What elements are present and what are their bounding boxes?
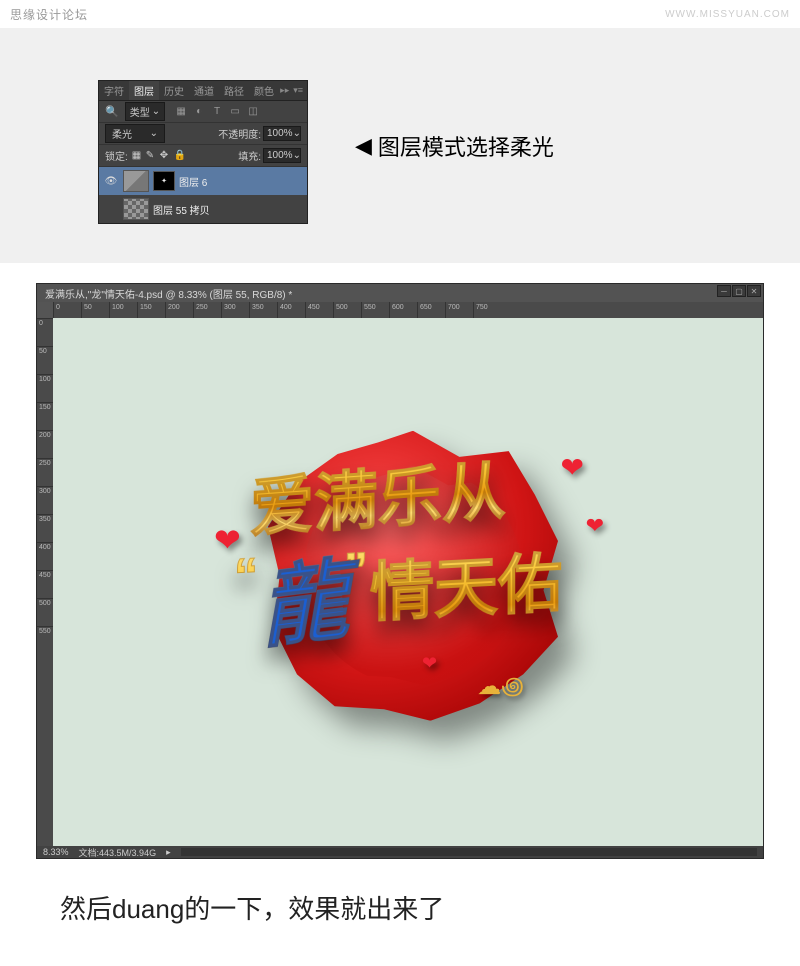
forum-name: 思缘设计论坛 bbox=[10, 6, 88, 23]
lock-icons: ▦ ✎ ✥ 🔒 bbox=[132, 150, 185, 161]
canvas[interactable]: ❤ ❤ ❤ ❤ 爱满乐从 “ 龍 ” 情天佑 ☁꩜ bbox=[53, 318, 763, 846]
tab-char[interactable]: 字符 bbox=[99, 81, 129, 100]
layer-name-label: 图层 55 拷贝 bbox=[153, 202, 210, 217]
layer-row-active[interactable]: 👁 ✦ 图层 6 bbox=[99, 167, 307, 195]
lock-paint-icon[interactable]: ✎ bbox=[146, 150, 157, 161]
opacity-input[interactable]: 100%⌄ bbox=[263, 126, 301, 141]
quote-close: ” bbox=[344, 542, 368, 670]
heart-icon: ❤ bbox=[586, 513, 604, 539]
photoshop-window-section: 爱满乐从,"龙"情天佑-4.psd @ 8.33% (图层 55, RGB/8)… bbox=[0, 263, 800, 869]
ruler-vertical: 050100150200250300350400450500550 bbox=[37, 318, 53, 846]
page-header: 思缘设计论坛 WWW.MISSYUAN.COM bbox=[0, 0, 800, 28]
quote-open: “ bbox=[234, 548, 258, 676]
layer-thumbnail[interactable] bbox=[123, 198, 149, 220]
close-icon[interactable]: ✕ bbox=[747, 285, 761, 297]
layer-name-label: 图层 6 bbox=[179, 174, 207, 189]
filter-adjust-icon[interactable]: ◐ bbox=[193, 106, 205, 118]
window-controls: ─ ▢ ✕ bbox=[717, 285, 761, 297]
blend-row: 柔光⌄ 不透明度: 100%⌄ bbox=[99, 123, 307, 145]
tab-color[interactable]: 颜色 bbox=[249, 81, 279, 100]
tab-history[interactable]: 历史 bbox=[159, 81, 189, 100]
fill-label: 填充: bbox=[238, 148, 261, 163]
panel-tabs: 字符 图层 历史 通道 路径 颜色 ▸▸ ▾≡ bbox=[99, 81, 307, 101]
caption: 然后duang的一下，效果就出来了 bbox=[0, 869, 800, 966]
layer-mask-icon[interactable]: ✦ bbox=[153, 171, 175, 191]
tab-channels[interactable]: 通道 bbox=[189, 81, 219, 100]
site-url: WWW.MISSYUAN.COM bbox=[665, 9, 790, 20]
type-select[interactable]: 类型⌄ bbox=[125, 102, 165, 121]
lock-pos-icon[interactable]: ✥ bbox=[160, 150, 171, 161]
document-title: 爱满乐从,"龙"情天佑-4.psd @ 8.33% (图层 55, RGB/8)… bbox=[45, 286, 292, 301]
zoom-level[interactable]: 8.33% bbox=[43, 847, 69, 857]
doc-info: 文档:443.5M/3.94G bbox=[79, 846, 157, 859]
opacity-block: 不透明度: 100%⌄ bbox=[218, 126, 301, 141]
filter-row: 🔍 类型⌄ ▦ ◐ T ▭ ◫ bbox=[99, 101, 307, 123]
lock-all-icon[interactable]: 🔒 bbox=[174, 150, 185, 161]
fill-block: 填充: 100%⌄ bbox=[238, 148, 301, 163]
menu-icon[interactable]: ▾≡ bbox=[293, 85, 303, 96]
lock-label: 锁定: bbox=[105, 148, 128, 163]
document-tab[interactable]: 爱满乐从,"龙"情天佑-4.psd @ 8.33% (图层 55, RGB/8)… bbox=[37, 284, 763, 302]
layers-panel-section: 字符 图层 历史 通道 路径 颜色 ▸▸ ▾≡ 🔍 类型⌄ ▦ ◐ T ▭ ◫ … bbox=[0, 28, 800, 263]
filter-pixel-icon[interactable]: ▦ bbox=[175, 106, 187, 118]
tab-layers[interactable]: 图层 bbox=[129, 81, 159, 100]
tab-paths[interactable]: 路径 bbox=[219, 81, 249, 100]
heart-icon: ❤ bbox=[561, 451, 584, 484]
ruler-horizontal: 0 50100150200250300350400450500550600650… bbox=[37, 302, 763, 318]
minimize-icon[interactable]: ─ bbox=[717, 285, 731, 297]
title-line1: 爱满乐从 bbox=[250, 440, 506, 550]
search-icon[interactable]: 🔍 bbox=[105, 105, 119, 118]
filter-smart-icon[interactable]: ◫ bbox=[247, 106, 259, 118]
filter-shape-icon[interactable]: ▭ bbox=[229, 106, 241, 118]
annotation-text: ◀ 图层模式选择柔光 bbox=[355, 130, 554, 162]
scrollbar-horizontal[interactable] bbox=[181, 848, 757, 856]
fill-input[interactable]: 100%⌄ bbox=[263, 148, 301, 163]
layers-panel: 字符 图层 历史 通道 路径 颜色 ▸▸ ▾≡ 🔍 类型⌄ ▦ ◐ T ▭ ◫ … bbox=[98, 80, 308, 224]
ruler-corner bbox=[37, 302, 53, 318]
ps-body: 050100150200250300350400450500550 ❤ ❤ ❤ … bbox=[37, 318, 763, 846]
blend-mode-select[interactable]: 柔光⌄ bbox=[105, 124, 165, 143]
artwork: ❤ ❤ ❤ ❤ 爱满乐从 “ 龍 ” 情天佑 ☁꩜ bbox=[198, 395, 618, 755]
title-line2: “ 龍 ” 情天佑 bbox=[234, 532, 562, 676]
pointer-left-icon: ◀ bbox=[355, 133, 372, 159]
filter-icons: ▦ ◐ T ▭ ◫ bbox=[175, 106, 259, 118]
visibility-eye-icon[interactable]: 👁 bbox=[103, 176, 119, 187]
lock-row: 锁定: ▦ ✎ ✥ 🔒 填充: 100%⌄ bbox=[99, 145, 307, 167]
filter-type-icon[interactable]: T bbox=[211, 106, 223, 118]
info-menu-icon[interactable]: ▸ bbox=[166, 847, 171, 858]
opacity-label: 不透明度: bbox=[218, 126, 261, 141]
photoshop-window: 爱满乐从,"龙"情天佑-4.psd @ 8.33% (图层 55, RGB/8)… bbox=[36, 283, 764, 859]
layer-thumbnail[interactable] bbox=[123, 170, 149, 192]
maximize-icon[interactable]: ▢ bbox=[732, 285, 746, 297]
lock-trans-icon[interactable]: ▦ bbox=[132, 150, 143, 161]
collapse-icon[interactable]: ▸▸ bbox=[280, 85, 289, 96]
status-bar: 8.33% 文档:443.5M/3.94G ▸ bbox=[37, 846, 763, 858]
cloud-ornament-icon: ☁꩜ bbox=[477, 668, 524, 703]
layer-row[interactable]: 图层 55 拷贝 bbox=[99, 195, 307, 223]
panel-controls: ▸▸ ▾≡ bbox=[280, 85, 307, 96]
long-character: 龍 bbox=[256, 529, 347, 665]
